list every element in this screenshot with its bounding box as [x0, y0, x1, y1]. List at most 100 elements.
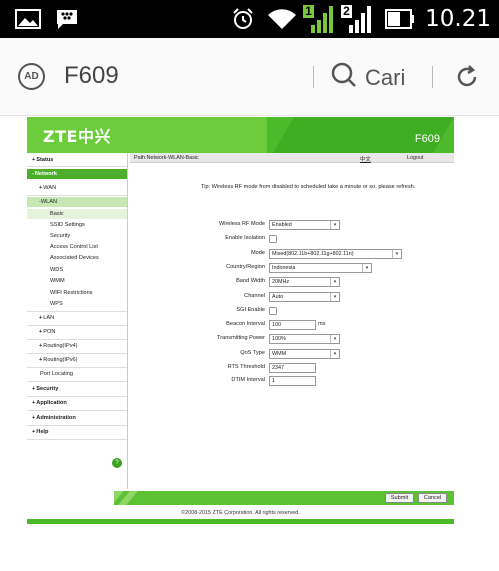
- qos-select[interactable]: WMM ▾: [269, 349, 340, 359]
- battery-icon: [385, 9, 415, 29]
- sidebar-item-wmm[interactable]: WMM: [27, 276, 127, 286]
- sidebar-item-security-wlan[interactable]: Security: [27, 231, 127, 241]
- sidebar-item-help[interactable]: + Help: [27, 427, 127, 437]
- chevron-down-icon: ▾: [330, 293, 339, 301]
- sidebar-item-wan[interactable]: + WAN: [27, 183, 127, 193]
- chevron-down-icon: ▾: [362, 264, 371, 272]
- breadcrumb: Path:Network-WLAN-Basic: [134, 155, 199, 161]
- dtim-input[interactable]: 1: [269, 376, 316, 386]
- row-mode: Mode Mixed(802.11b+802.11g+802.11n) ▾: [130, 249, 454, 259]
- sidebar-item-status[interactable]: + Status: [27, 155, 127, 165]
- channel-select[interactable]: Auto ▾: [269, 292, 340, 302]
- signal-sim1-icon: 1: [303, 4, 335, 33]
- row-beacon: Beacon Interval 100 ms: [130, 320, 454, 330]
- alarm-icon: [231, 7, 255, 31]
- isolation-checkbox[interactable]: [269, 235, 277, 243]
- mode-label: Mode: [251, 250, 265, 256]
- mode-select[interactable]: Mixed(802.11b+802.11g+802.11n) ▾: [269, 249, 402, 259]
- search-label: Cari: [365, 64, 406, 90]
- sidebar-item-routing-ipv6[interactable]: + Routing(IPv6): [27, 355, 127, 365]
- wifi-icon: [267, 8, 297, 30]
- router-admin-page: ZTE中兴 F609 + Status - Network + WAN - WLAN B…: [27, 117, 454, 525]
- sidebar-item-ssid-settings[interactable]: SSID Settings: [27, 220, 127, 230]
- search-button[interactable]: Cari: [331, 62, 405, 93]
- cancel-button[interactable]: Cancel: [418, 493, 447, 503]
- country-label: Country/Region: [226, 264, 265, 270]
- row-rf-mode: Wireless RF Mode Enabled ▾: [130, 220, 454, 230]
- main-content: Path:Network-WLAN-Basic 中文 Logout Tip: W…: [130, 153, 454, 489]
- search-icon: [331, 62, 357, 93]
- sidebar-item-wps[interactable]: WPS: [27, 299, 127, 309]
- bandwidth-label: Band Width: [236, 278, 265, 284]
- rf-mode-select[interactable]: Enabled ▾: [269, 220, 340, 230]
- row-dtim: DTIM Interval 1: [130, 376, 454, 386]
- logout-link[interactable]: Logout: [407, 155, 424, 161]
- chevron-down-icon: ▾: [330, 335, 339, 343]
- tx-power-label: Transmitting Power: [217, 335, 265, 341]
- sidebar-item-application[interactable]: + Application: [27, 398, 127, 408]
- sidebar-item-administration[interactable]: + Administration: [27, 413, 127, 423]
- sidebar-item-associated-devices[interactable]: Associated Devices: [27, 253, 127, 263]
- chevron-down-icon: ▾: [330, 221, 339, 229]
- clock: 10.21: [425, 6, 491, 32]
- row-channel: Channel Auto ▾: [130, 292, 454, 302]
- adblock-icon[interactable]: AD: [18, 63, 45, 90]
- toolbar-divider: [313, 66, 314, 88]
- sidebar-menu: + Status - Network + WAN - WLAN Basic SSID S…: [27, 153, 128, 489]
- tx-power-select[interactable]: 100% ▾: [269, 334, 340, 344]
- copyright-text: ©2008-2015 ZTE Corporation. All rights r…: [181, 510, 300, 516]
- footer-line: [27, 519, 454, 524]
- row-bandwidth: Band Width 20MHz ▾: [130, 277, 454, 287]
- row-sgi: SGI Enable: [130, 306, 454, 316]
- chevron-down-icon: ▾: [330, 278, 339, 286]
- language-link[interactable]: 中文: [360, 155, 371, 163]
- row-country: Country/Region Indonesia ▾: [130, 263, 454, 273]
- sidebar-item-port-locating[interactable]: Port Locating: [27, 369, 127, 379]
- product-name: F609: [414, 133, 440, 145]
- sidebar-item-wifi-restrictions[interactable]: WIFI Restrictions: [27, 288, 127, 298]
- beacon-unit: ms: [318, 321, 326, 327]
- toolbar-divider: [432, 66, 433, 88]
- chevron-down-icon: ▾: [392, 250, 401, 258]
- signal-sim2-icon: 2: [341, 4, 373, 33]
- android-status-bar: 1 2 10.21: [0, 0, 499, 38]
- tip-text: Tip: Wireless RF mode from disabled to s…: [201, 184, 416, 190]
- url-field[interactable]: F609: [64, 62, 119, 90]
- sidebar-item-routing-ipv4[interactable]: + Routing(IPv4): [27, 341, 127, 351]
- bandwidth-select[interactable]: 20MHz ▾: [269, 277, 340, 287]
- sidebar-item-network[interactable]: - Network: [27, 169, 127, 179]
- adblock-label: AD: [24, 71, 39, 82]
- rts-label: RTS Threshold: [227, 364, 265, 370]
- path-bar: Path:Network-WLAN-Basic 中文 Logout: [130, 153, 454, 163]
- channel-label: Channel: [244, 293, 265, 299]
- rf-mode-label: Wireless RF Mode: [218, 221, 265, 227]
- qos-label: QoS Type: [240, 350, 265, 356]
- sidebar-item-wlan[interactable]: - WLAN: [27, 197, 127, 207]
- row-tx-power: Transmitting Power 100% ▾: [130, 334, 454, 344]
- image-icon: [15, 9, 41, 29]
- browser-toolbar: AD F609 Cari: [0, 38, 499, 116]
- sgi-checkbox[interactable]: [269, 307, 277, 315]
- sgi-label: SGI Enable: [236, 307, 265, 313]
- dtim-label: DTIM Interval: [231, 377, 265, 383]
- help-icon[interactable]: ?: [112, 458, 122, 468]
- isolation-label: Enable Isolation: [225, 235, 265, 241]
- country-select[interactable]: Indonesia ▾: [269, 263, 372, 273]
- router-header: ZTE中兴 F609: [27, 117, 454, 153]
- row-isolation: Enable Isolation: [130, 234, 454, 244]
- sidebar-item-pon[interactable]: + PON: [27, 327, 127, 337]
- row-rts: RTS Threshold 2347: [130, 363, 454, 373]
- reload-icon[interactable]: [454, 64, 480, 95]
- sidebar-item-wds[interactable]: WDS: [27, 265, 127, 275]
- chevron-down-icon: ▾: [330, 350, 339, 358]
- sidebar-item-basic[interactable]: Basic: [27, 209, 127, 219]
- zte-logo: ZTE中兴: [43, 127, 111, 146]
- rts-input[interactable]: 2347: [269, 363, 316, 373]
- submit-button[interactable]: Submit: [385, 493, 414, 503]
- beacon-label: Beacon Interval: [226, 321, 265, 327]
- sim1-label: 1: [305, 4, 312, 18]
- sidebar-item-security[interactable]: + Security: [27, 384, 127, 394]
- sidebar-item-lan[interactable]: + LAN: [27, 313, 127, 323]
- beacon-input[interactable]: 100: [269, 320, 316, 330]
- sidebar-item-access-control[interactable]: Access Control List: [27, 242, 127, 252]
